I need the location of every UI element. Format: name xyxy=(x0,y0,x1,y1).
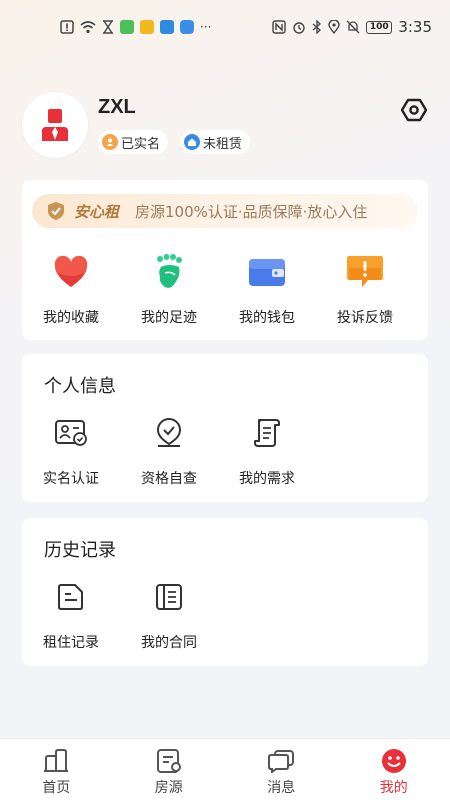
quick-action-feedback[interactable]: 投诉反馈 xyxy=(316,252,414,332)
tool-qualification-check[interactable]: 资格自查 xyxy=(120,416,218,488)
id-card-icon xyxy=(54,416,88,450)
home-icon xyxy=(42,747,70,775)
nfc-icon xyxy=(272,20,287,34)
history-row: 租住记录 我的合同 xyxy=(22,580,428,652)
settings-button[interactable] xyxy=(400,96,428,124)
feedback-icon xyxy=(345,252,385,292)
quick-action-label: 我的钱包 xyxy=(239,310,295,326)
bottom-tab-bar: 首页 房源 消息 我的 xyxy=(0,738,450,800)
tab-messages[interactable]: 消息 xyxy=(225,739,338,800)
quick-action-label: 我的收藏 xyxy=(43,310,99,326)
tab-profile[interactable]: 我的 xyxy=(338,739,450,800)
tool-label: 租住记录 xyxy=(43,635,99,651)
listing-icon xyxy=(155,747,183,775)
wallet-icon xyxy=(247,252,287,292)
mute-bell-icon xyxy=(346,20,360,34)
user-avatar-icon xyxy=(42,109,68,141)
personal-info-row: 实名认证 资格自查 我的需求 xyxy=(22,416,428,488)
tool-label: 资格自查 xyxy=(141,471,197,487)
assurance-banner[interactable]: 安心租 房源100%认证·品质保障·放心入住 xyxy=(32,194,418,228)
section-title-history: 历史记录 xyxy=(44,540,116,561)
more-dots-icon: ··· xyxy=(200,20,212,34)
assurance-brand: 安心租 xyxy=(74,202,120,221)
tab-label: 我的 xyxy=(379,780,408,796)
tool-my-contracts[interactable]: 我的合同 xyxy=(120,580,218,652)
hourglass-icon xyxy=(103,20,113,34)
location-icon xyxy=(328,20,341,34)
tool-rental-records[interactable]: 租住记录 xyxy=(22,580,120,652)
house-badge-icon xyxy=(184,134,200,150)
document-icon xyxy=(54,580,88,614)
contract-icon xyxy=(152,580,186,614)
tool-real-name-verification[interactable]: 实名认证 xyxy=(22,416,120,488)
tab-label: 房源 xyxy=(154,780,183,796)
tab-label: 首页 xyxy=(42,780,71,796)
personal-info-card: 个人信息 实名认证 资格自查 我的需求 xyxy=(22,354,428,502)
quick-action-wallet[interactable]: 我的钱包 xyxy=(218,252,316,332)
scroll-icon xyxy=(250,416,284,450)
history-card: 历史记录 租住记录 我的合同 xyxy=(22,518,428,666)
verified-user-icon xyxy=(102,134,118,150)
tool-label: 我的需求 xyxy=(239,471,295,487)
profile-icon xyxy=(380,747,408,775)
quick-action-label: 我的足迹 xyxy=(141,310,197,326)
status-left-icons: ··· xyxy=(60,20,211,34)
app-icon-yellow xyxy=(140,20,154,34)
quick-actions-row: 我的收藏 我的足迹 我的钱包 投诉反馈 xyxy=(22,252,428,332)
tool-label: 我的合同 xyxy=(141,635,197,651)
status-time: 3:35 xyxy=(398,18,432,36)
battery-icon: 100 xyxy=(366,20,393,34)
status-bar: ··· 100 3:35 xyxy=(0,0,450,54)
footprint-icon xyxy=(149,252,189,292)
profile-header: ZXL 已实名 未租赁 xyxy=(22,92,428,162)
tool-label: 实名认证 xyxy=(43,471,99,487)
tab-listings[interactable]: 房源 xyxy=(113,739,226,800)
wifi-icon xyxy=(80,21,96,34)
tab-label: 消息 xyxy=(267,780,296,796)
assurance-text: 房源100%认证·品质保障·放心入住 xyxy=(135,202,368,221)
settings-icon xyxy=(401,98,427,122)
app-icon-green xyxy=(120,20,134,34)
qualification-icon xyxy=(152,416,186,450)
bluetooth-icon xyxy=(312,20,322,34)
status-right-icons: 100 3:35 xyxy=(272,18,432,36)
tool-my-needs[interactable]: 我的需求 xyxy=(218,416,316,488)
message-icon xyxy=(267,747,295,775)
cloud-icon xyxy=(180,20,194,34)
tab-home[interactable]: 首页 xyxy=(0,739,113,800)
quick-action-favorites[interactable]: 我的收藏 xyxy=(22,252,120,332)
section-title-personal-info: 个人信息 xyxy=(44,376,116,397)
alarm-icon xyxy=(293,22,306,34)
app-icon-blue xyxy=(160,20,174,34)
quick-actions-card: 安心租 房源100%认证·品质保障·放心入住 我的收藏 我的足迹 我的钱包 投诉… xyxy=(22,180,428,340)
alert-icon xyxy=(60,20,74,34)
username: ZXL xyxy=(98,96,136,118)
rent-status-badge[interactable]: 未租赁 xyxy=(180,130,251,154)
verified-badge[interactable]: 已实名 xyxy=(98,130,169,154)
shield-check-icon xyxy=(48,202,64,220)
verified-badge-label: 已实名 xyxy=(121,136,161,152)
quick-action-footprints[interactable]: 我的足迹 xyxy=(120,252,218,332)
rent-status-label: 未租赁 xyxy=(203,136,243,152)
heart-icon xyxy=(51,252,91,292)
avatar[interactable] xyxy=(22,92,88,158)
quick-action-label: 投诉反馈 xyxy=(337,310,393,326)
